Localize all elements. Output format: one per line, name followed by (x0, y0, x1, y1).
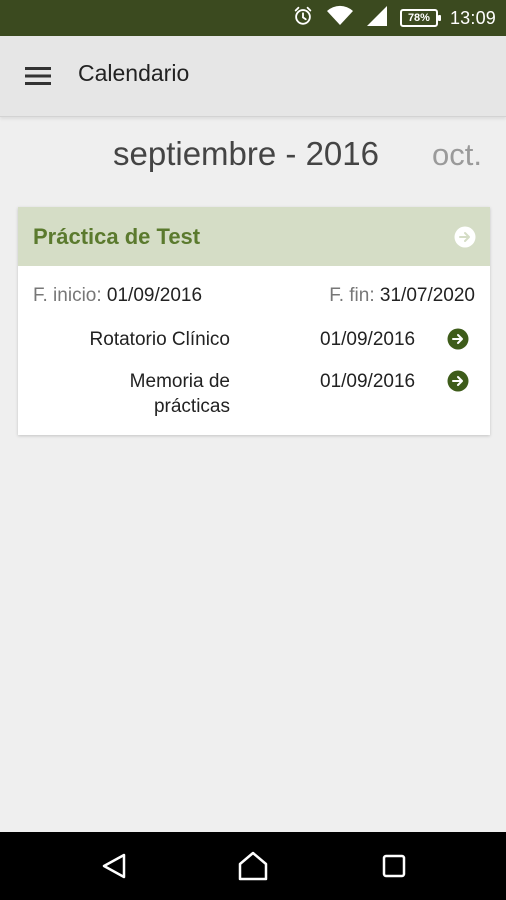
start-date: F. inicio: 01/09/2016 (33, 285, 202, 307)
home-button[interactable] (233, 846, 273, 886)
status-bar: 78% 13:09 (0, 0, 506, 36)
menu-button[interactable] (20, 61, 56, 91)
status-icons: 78% 13:09 (292, 0, 496, 36)
start-date-label: F. inicio: (33, 285, 102, 306)
back-icon (102, 853, 126, 879)
wifi-icon (326, 5, 354, 32)
practice-card: Práctica de Test F. inicio: 01/09/2016 F… (18, 207, 490, 435)
page-title: Calendario (78, 60, 190, 86)
activity-name: Rotatorio Clínico (90, 327, 230, 352)
recents-button[interactable] (374, 846, 414, 886)
recents-icon (382, 854, 406, 878)
activity-name-line: prácticas (153, 396, 230, 417)
card-header[interactable]: Práctica de Test (18, 207, 490, 266)
activity-name-line: Memoria de (129, 371, 230, 392)
activity-date: 01/09/2016 (320, 371, 416, 392)
arrow-right-icon[interactable] (447, 370, 469, 392)
status-time: 13:09 (449, 7, 496, 28)
next-month-tab[interactable]: oct. (432, 137, 482, 173)
back-button[interactable] (94, 846, 134, 886)
card-title: Práctica de Test (33, 224, 201, 249)
end-date-label: F. fin: (329, 285, 375, 306)
current-month-label: septiembre - 2016 (113, 135, 379, 172)
end-date-value: 31/07/2020 (379, 285, 475, 306)
app-bar: Calendario (0, 36, 506, 117)
activity-name: Memoria de prácticas (130, 369, 230, 419)
activity-name-line: Rotatorio Clínico (89, 329, 230, 350)
battery-icon: 78% (399, 9, 441, 27)
arrow-right-icon[interactable] (447, 328, 469, 350)
date-range-row: F. inicio: 01/09/2016 F. fin: 31/07/2020 (33, 285, 475, 309)
menu-icon (25, 67, 51, 85)
battery-level: 78% (407, 12, 430, 24)
end-date: F. fin: 31/07/2020 (329, 285, 475, 307)
alarm-icon (292, 5, 314, 32)
home-icon (238, 851, 268, 881)
signal-icon (366, 5, 388, 32)
arrow-right-icon[interactable] (454, 226, 476, 248)
activity-date: 01/09/2016 (320, 329, 416, 350)
start-date-value: 01/09/2016 (106, 285, 203, 306)
navigation-bar (0, 832, 506, 900)
